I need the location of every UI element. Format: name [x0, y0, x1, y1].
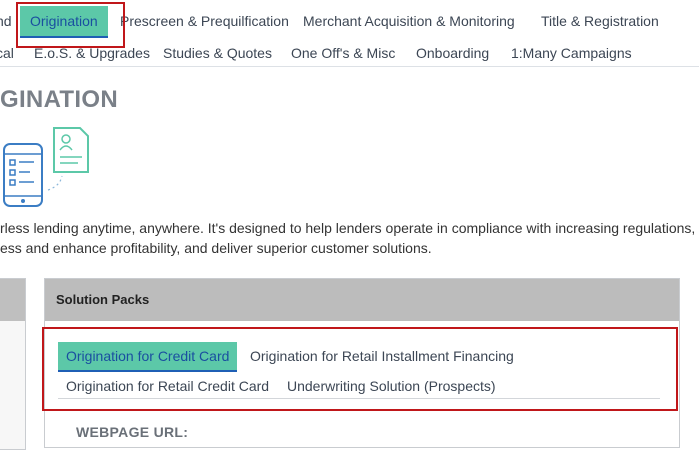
nav-item-one-to-many-campaigns[interactable]: 1:Many Campaigns [511, 38, 632, 68]
nav-item-onboarding[interactable]: Onboarding [416, 38, 489, 68]
nav-item-merchant-acquisition[interactable]: Merchant Acquisition & Monitoring [303, 6, 515, 36]
nav-item-truncated-left-2[interactable]: cal [0, 38, 14, 68]
highlight-box-nav [16, 2, 125, 48]
nav-item-one-offs-misc[interactable]: One Off's & Misc [291, 38, 395, 68]
left-panel-header [0, 279, 25, 321]
lending-illustration-icon [3, 127, 89, 207]
intro-line-2: ess and enhance profitability, and deliv… [0, 240, 432, 256]
highlight-box-tabs [42, 327, 678, 411]
intro-line-1: rless lending anytime, anywhere. It's de… [0, 220, 696, 236]
nav-divider [0, 66, 699, 67]
nav-item-title-registration[interactable]: Title & Registration [541, 6, 659, 36]
nav-item-prescreen[interactable]: Prescreen & Prequilfication [120, 6, 289, 36]
page-title: GINATION [0, 86, 118, 113]
solution-packs-header: Solution Packs [45, 279, 679, 321]
left-panel-partial [0, 278, 26, 450]
intro-text: rless lending anytime, anywhere. It's de… [0, 218, 699, 258]
nav-item-studies-quotes[interactable]: Studies & Quotes [163, 38, 272, 68]
webpage-url-label: WEBPAGE URL: [76, 424, 189, 440]
nav-item-truncated-left[interactable]: nd [0, 6, 12, 36]
